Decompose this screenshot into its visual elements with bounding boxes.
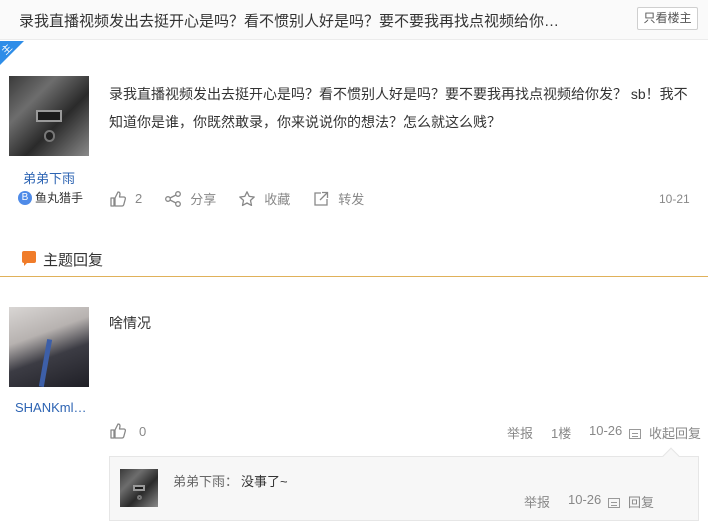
forward-icon bbox=[314, 191, 329, 206]
thread-header: 录我直播视频发出去挺开心是吗？看不惯别人好是吗？要不要我再找点视频给你… 只看楼… bbox=[0, 0, 708, 40]
op-actions-bar: 2 分享 收藏 转发 bbox=[109, 189, 386, 208]
replies-section-title: 主题回复 bbox=[43, 252, 104, 269]
sub-reply-report-link[interactable]: 举报 bbox=[524, 492, 550, 511]
thumbs-up-icon bbox=[110, 423, 127, 439]
chat-bubble-icon bbox=[22, 251, 36, 266]
sub-reply-avatar[interactable] bbox=[120, 469, 158, 507]
star-icon bbox=[239, 190, 256, 206]
op-post-content: 录我直播视频发出去挺开心是吗？看不惯别人好是吗？要不要我再找点视频给你发？ sb… bbox=[109, 86, 688, 130]
only-op-button[interactable]: 只看楼主 bbox=[637, 7, 698, 30]
comment-icon bbox=[608, 497, 620, 508]
favorite-label: 收藏 bbox=[264, 192, 291, 207]
reply-floor-number: 1楼 bbox=[551, 426, 572, 441]
reply-report-link[interactable]: 举报 bbox=[507, 423, 533, 442]
like-count: 2 bbox=[135, 191, 143, 206]
reply-author-name[interactable]: SHANKml… bbox=[15, 400, 87, 415]
op-author-name[interactable]: 弟弟下雨 bbox=[23, 168, 75, 187]
op-user-badge: B 鱼丸猎手 bbox=[18, 189, 83, 206]
share-label: 分享 bbox=[190, 192, 217, 207]
op-post-date: 10-21 bbox=[659, 192, 690, 206]
share-button[interactable]: 分享 bbox=[164, 189, 216, 208]
reply-content: 啥情况 bbox=[109, 315, 151, 331]
sub-reply-content: 没事了~ bbox=[241, 474, 288, 489]
badge-text: 鱼丸猎手 bbox=[35, 191, 84, 205]
collapse-replies-label: 收起回复 bbox=[649, 426, 702, 441]
collapse-replies-button[interactable]: 收起回复 bbox=[629, 423, 701, 442]
favorite-button[interactable]: 收藏 bbox=[238, 189, 290, 208]
sub-reply-box: 弟弟下雨： 没事了~ 举报 10-26 回复 bbox=[109, 447, 699, 521]
like-button[interactable]: 2 bbox=[109, 190, 142, 208]
thread-title: 录我直播视频发出去挺开心是吗？看不惯别人好是吗？要不要我再找点视频给你… bbox=[19, 13, 560, 30]
reply-date: 10-26 bbox=[589, 423, 623, 438]
replies-section-header: 主题回复 bbox=[0, 248, 708, 277]
op-corner-badge: 主 bbox=[0, 41, 24, 65]
thumbs-up-icon bbox=[110, 190, 127, 207]
forward-button[interactable]: 转发 bbox=[312, 189, 364, 208]
sub-reply-author[interactable]: 弟弟下雨： bbox=[173, 471, 238, 490]
sub-reply-label: 回复 bbox=[628, 495, 655, 510]
op-corner-label: 主 bbox=[0, 42, 15, 58]
badge-level-icon: B bbox=[18, 190, 32, 205]
share-icon bbox=[165, 190, 182, 207]
forward-label: 转发 bbox=[338, 192, 365, 207]
reply-like-button[interactable]: 0 bbox=[109, 422, 146, 440]
sub-reply-date: 10-26 bbox=[568, 492, 602, 507]
sub-reply-button[interactable]: 回复 bbox=[608, 492, 654, 511]
comment-icon bbox=[629, 428, 641, 439]
op-avatar[interactable] bbox=[9, 76, 89, 156]
reply-avatar[interactable] bbox=[9, 307, 89, 387]
reply-like-count: 0 bbox=[139, 423, 147, 439]
